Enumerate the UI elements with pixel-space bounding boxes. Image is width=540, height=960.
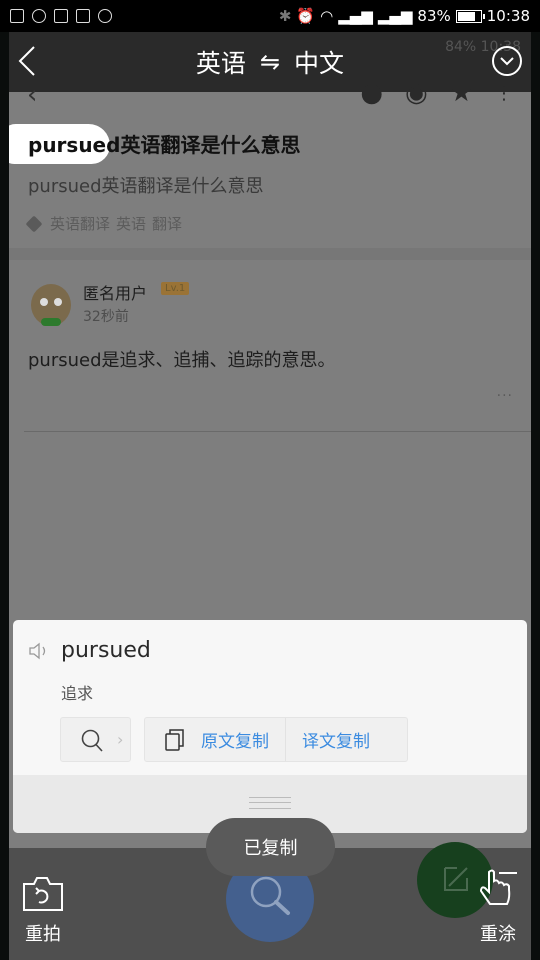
search-icon (81, 729, 103, 752)
copied-toast: 已复制 (206, 818, 335, 876)
user-name: 匿名用户 (83, 284, 148, 303)
top-bar: 英语 ⇋ 中文 (0, 32, 540, 92)
question-subtitle: pursued英语翻译是什么意思 (28, 176, 264, 197)
copy-group: 原文复制 译文复制 (144, 717, 408, 762)
more-circle-icon (98, 9, 112, 23)
section-divider (9, 248, 531, 260)
chevron-right-icon: › (117, 730, 124, 749)
tag-icon (25, 215, 43, 232)
speaker-icon[interactable] (28, 642, 50, 660)
target-language[interactable]: 中文 (294, 44, 344, 80)
wifi-icon: ◠ (320, 7, 334, 25)
chevron-down-icon[interactable] (492, 46, 522, 76)
tag: 英语 (116, 215, 147, 233)
source-language[interactable]: 英语 (196, 44, 246, 80)
signal-icon: ▂▄▆ (377, 7, 413, 25)
clock: 10:38 (486, 7, 530, 25)
dictionary-search-button[interactable]: › (60, 717, 131, 762)
answer-divider (24, 431, 531, 432)
tag: 英语翻译 (50, 215, 111, 233)
retake-label: 重拍 (25, 924, 61, 945)
back-icon[interactable] (12, 44, 42, 78)
copy-translation-button[interactable]: 译文复制 (286, 718, 386, 761)
repaint-button[interactable]: 重涂 (475, 868, 521, 946)
status-bar: ✱ ⏰ ◠ ▂▄▆ ▂▄▆ 83% 10:38 (0, 0, 540, 32)
source-word: pursued (61, 638, 151, 663)
camera-retake-icon (23, 877, 63, 911)
translation-card: pursued 追求 › 原文复制 译文复制 (13, 620, 527, 833)
tag: 翻译 (152, 215, 183, 233)
image-icon (54, 9, 68, 23)
avatar (31, 284, 71, 326)
more-dots-icon: ··· (496, 388, 513, 404)
shield-icon (32, 9, 46, 23)
answer-text: pursued是追求、追捕、追踪的意思。 (28, 350, 336, 371)
hand-pointer-icon (479, 869, 517, 905)
calendar-icon (10, 9, 24, 23)
copy-original-button[interactable]: 原文复制 (185, 718, 285, 761)
alarm-icon: ⏰ (296, 7, 316, 25)
language-switch[interactable]: 英语 ⇋ 中文 (196, 44, 344, 80)
signal-icon: ▂▄▆ (338, 7, 373, 25)
question-tags: 英语翻译 英语 翻译 (25, 213, 183, 234)
sim-icon (76, 9, 90, 23)
copy-icon (165, 728, 184, 751)
screen: ✱ ⏰ ◠ ▂▄▆ ▂▄▆ 83% 10:38 84% 10:38 ‹ ● ◉ … (0, 0, 540, 960)
battery-percent: 83% (417, 7, 451, 25)
swap-icon[interactable]: ⇋ (260, 48, 280, 76)
battery-icon (455, 9, 485, 23)
translation-meaning: 追求 (61, 684, 94, 703)
answer-time: 32秒前 (83, 309, 129, 325)
retake-button[interactable]: 重拍 (21, 876, 65, 946)
bluetooth-icon: ✱ (278, 7, 292, 25)
repaint-label: 重涂 (480, 924, 516, 945)
question-title: pursued英语翻译是什么意思 (28, 133, 301, 157)
level-badge: Lv.1 (161, 282, 190, 295)
drag-handle[interactable] (249, 797, 291, 809)
